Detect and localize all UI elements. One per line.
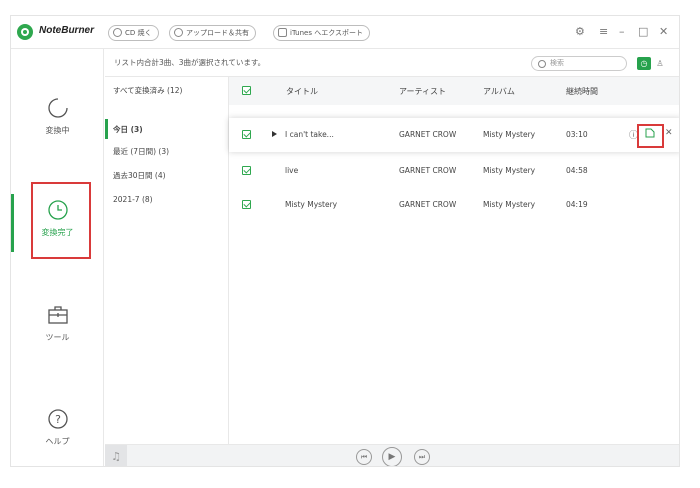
sidebar-item-converting[interactable]: 変換中 bbox=[11, 97, 104, 136]
row-duration: 03:10 bbox=[566, 130, 588, 139]
row-checkbox[interactable] bbox=[242, 130, 251, 139]
help-icon: ? bbox=[47, 409, 68, 429]
selection-summary: リスト内合計3曲、3曲が選択されています。 bbox=[114, 58, 266, 67]
filter-last-7-days[interactable]: 最近 (7日間) (3) bbox=[113, 146, 169, 157]
title-bar: NoteBurner CD 焼く アップロード＆共有 iTunes へエクスポー… bbox=[11, 16, 679, 49]
row-title: I can't take... bbox=[285, 130, 334, 139]
gear-icon[interactable]: ⚙ bbox=[575, 24, 585, 40]
filter-list: すべて変換済み (12) 今日 (3) 最近 (7日間) (3) 過去30日間 … bbox=[105, 76, 229, 444]
history-view-icon[interactable]: ◷ bbox=[637, 57, 651, 70]
close-icon[interactable]: ✕ bbox=[659, 24, 668, 40]
burn-cd-button[interactable]: CD 焼く bbox=[108, 25, 159, 41]
upload-share-label: アップロード＆共有 bbox=[186, 29, 249, 37]
cd-icon bbox=[113, 28, 122, 37]
filter-last-30-days[interactable]: 過去30日間 (4) bbox=[113, 170, 166, 181]
row-checkbox[interactable] bbox=[242, 200, 251, 209]
delete-icon[interactable]: ✕ bbox=[665, 128, 673, 138]
player-bar: ♫ ⏮ ▶ ⏭ bbox=[105, 444, 679, 466]
previous-icon[interactable]: ⏮ bbox=[356, 449, 372, 465]
export-icon bbox=[278, 28, 287, 37]
burn-cd-label: CD 焼く bbox=[125, 29, 152, 37]
table-row[interactable]: live GARNET CROW Misty Mystery 04:58 bbox=[229, 154, 679, 188]
row-artist: GARNET CROW bbox=[399, 130, 457, 139]
header-title[interactable]: タイトル bbox=[286, 86, 318, 97]
sidebar-item-label: ヘルプ bbox=[45, 437, 70, 446]
converted-table: タイトル アーティスト アルバム 継続時間 I can't take... GA… bbox=[229, 76, 679, 444]
itunes-export-button[interactable]: iTunes へエクスポート bbox=[273, 25, 370, 41]
filter-month[interactable]: 2021-7 (8) bbox=[113, 195, 153, 204]
header-duration[interactable]: 継続時間 bbox=[566, 86, 598, 97]
row-checkbox[interactable] bbox=[242, 166, 251, 175]
search-input[interactable]: 検索 bbox=[531, 56, 627, 71]
select-all-checkbox[interactable] bbox=[242, 86, 251, 95]
table-header: タイトル アーティスト アルバム 継続時間 bbox=[229, 77, 679, 105]
sidebar-item-label: 変換中 bbox=[45, 126, 70, 135]
play-icon[interactable] bbox=[272, 131, 277, 137]
row-title: Misty Mystery bbox=[285, 200, 338, 209]
row-duration: 04:19 bbox=[566, 200, 588, 209]
table-row[interactable]: Misty Mystery GARNET CROW Misty Mystery … bbox=[229, 188, 679, 222]
play-button-icon[interactable]: ▶ bbox=[382, 447, 402, 466]
row-album: Misty Mystery bbox=[483, 130, 536, 139]
header-artist[interactable]: アーティスト bbox=[399, 86, 446, 97]
next-icon[interactable]: ⏭ bbox=[414, 449, 430, 465]
minimize-icon[interactable]: – bbox=[619, 24, 625, 40]
row-artist: GARNET CROW bbox=[399, 200, 457, 209]
table-row[interactable]: I can't take... GARNET CROW Misty Myster… bbox=[229, 118, 679, 152]
filter-today[interactable]: 今日 (3) bbox=[113, 124, 143, 135]
app-window: NoteBurner CD 焼く アップロード＆共有 iTunes へエクスポー… bbox=[10, 15, 680, 467]
music-note-icon[interactable]: ♫ bbox=[105, 445, 127, 466]
upload-share-button[interactable]: アップロード＆共有 bbox=[169, 25, 256, 41]
upload-icon bbox=[174, 28, 183, 37]
header-album[interactable]: アルバム bbox=[483, 86, 515, 97]
itunes-export-label: iTunes へエクスポート bbox=[290, 29, 363, 37]
menu-icon[interactable]: ≡ bbox=[599, 24, 608, 40]
row-album: Misty Mystery bbox=[483, 166, 536, 175]
sidebar: 変換中 変換完了 ツール ? ヘルプ bbox=[11, 49, 104, 466]
artist-view-icon[interactable]: ♙ bbox=[653, 57, 667, 70]
sidebar-item-tools[interactable]: ツール bbox=[11, 304, 104, 343]
row-title: live bbox=[285, 166, 299, 175]
row-album: Misty Mystery bbox=[483, 200, 536, 209]
sidebar-item-label: ツール bbox=[45, 333, 70, 342]
noteburner-logo-icon bbox=[17, 24, 33, 40]
row-duration: 04:58 bbox=[566, 166, 588, 175]
maximize-icon[interactable]: □ bbox=[638, 24, 648, 40]
toolbox-icon bbox=[47, 306, 68, 324]
highlight-box-converted bbox=[31, 182, 91, 259]
filter-active-indicator bbox=[105, 119, 108, 139]
sidebar-item-help[interactable]: ? ヘルプ bbox=[11, 408, 104, 447]
highlight-box-folder bbox=[637, 124, 664, 148]
app-brand: NoteBurner bbox=[39, 25, 95, 36]
filter-all[interactable]: すべて変換済み (12) bbox=[113, 85, 182, 96]
svg-text:?: ? bbox=[55, 413, 61, 426]
row-artist: GARNET CROW bbox=[399, 166, 457, 175]
converting-icon bbox=[47, 98, 68, 118]
